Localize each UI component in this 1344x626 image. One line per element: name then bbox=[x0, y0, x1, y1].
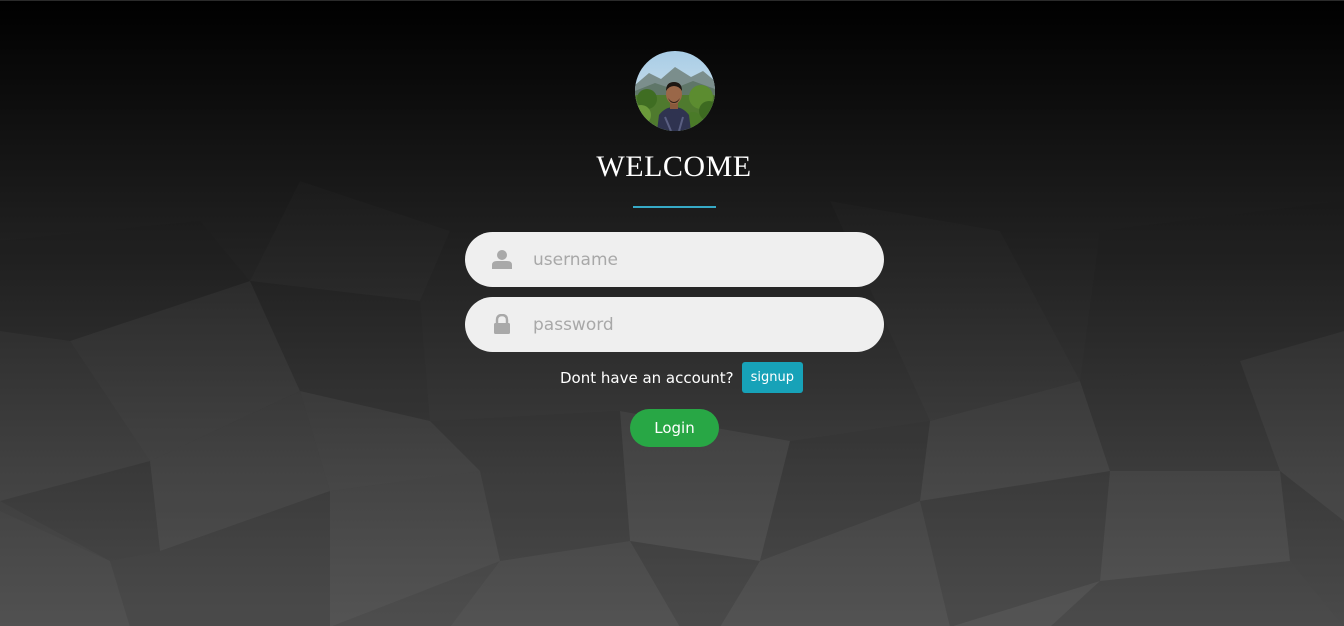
signup-prompt: Dont have an account? bbox=[560, 368, 734, 387]
welcome-title: WELCOME bbox=[596, 150, 752, 183]
login-panel: WELCOME Dont have an account? signup Log… bbox=[0, 1, 1344, 626]
signup-row: Dont have an account? signup bbox=[560, 362, 804, 393]
password-input[interactable] bbox=[533, 297, 863, 352]
login-button[interactable]: Login bbox=[630, 409, 719, 447]
password-field[interactable] bbox=[465, 297, 884, 352]
profile-photo-icon bbox=[635, 51, 715, 131]
title-underline bbox=[633, 206, 716, 208]
username-field[interactable] bbox=[465, 232, 884, 287]
username-input[interactable] bbox=[533, 232, 863, 287]
signup-button[interactable]: signup bbox=[741, 362, 804, 393]
user-icon bbox=[492, 250, 512, 269]
avatar bbox=[635, 51, 715, 131]
lock-icon bbox=[494, 314, 510, 334]
